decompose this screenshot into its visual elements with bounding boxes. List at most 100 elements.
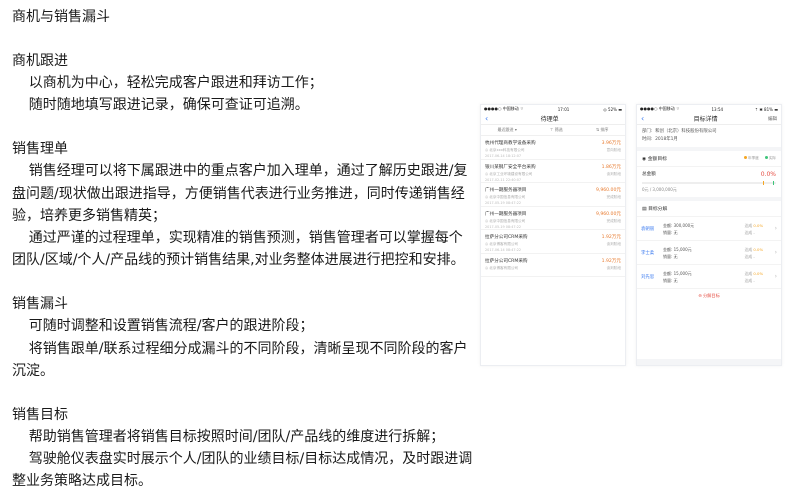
rate-label: 达成 [744, 246, 753, 252]
section-line: 可随时调整和设置销售流程/客户的跟进阶段； [28, 318, 314, 335]
goal-percent: 0.0% [760, 171, 776, 178]
section-sales-funnel: 销售漏斗 可随时调整和设置销售流程/客户的跟进阶段； 将销售跟单/联系过程细分成… [12, 293, 474, 382]
company-name: ◎ 北京中国信息有限公司 [485, 195, 526, 199]
opportunity-amount: 9,960.00元 [595, 211, 621, 217]
clock: 13:54 [711, 106, 724, 112]
timestamp: 2017-02-11 22:40:07 [485, 177, 522, 182]
amount-value: 金额: 15,000元 [663, 246, 692, 252]
opportunity-name: 拉萨分公司CRM采购 [485, 235, 528, 240]
timestamp: 2017-05-19 08:47:22 [485, 201, 522, 205]
amount-value: 金额: 15,000元 [663, 270, 692, 276]
list-item[interactable]: 广州一期服务器项目 9,960.00元 ◎ 北京中国信息有限公司 完成阶段 2017… [481, 183, 625, 207]
list-item[interactable]: 银川某钢厂安全平台采购 1.86万元 ◎ 北京工业环境建设有限公司 谈判阶段 201… [481, 160, 625, 183]
section-line: 销售经理可以将下属跟进中的重点客户加入理单，通过了解历史跟进/复盘问题/现状做出… [12, 163, 468, 224]
period-value: 2018年1月 [655, 137, 678, 142]
timestamp: 2017-05-19 08:47:22 [485, 224, 522, 229]
table-row[interactable]: 袁朝丽 金额: 300,000元 销量: 无 达成 0.0% 达成 - › [637, 217, 781, 241]
sales-value: 销量: 无 [663, 229, 678, 235]
rate-label: 达成 [744, 270, 753, 276]
progress-bar [642, 181, 776, 185]
member-name: 袁朝丽 [641, 226, 655, 232]
amount-goal-header: ◉ 金额目标 年季度 实际 [637, 151, 781, 167]
opportunity-name: 银川某钢厂安全平台采购 [485, 164, 536, 170]
rate-value-2: 达成 - [744, 253, 755, 259]
amount-value: 金额: 300,000元 [663, 222, 695, 228]
list-icon: ▤ [642, 207, 647, 212]
feature-description: 商机与销售漏斗 商机跟进 以商机为中心，轻松完成客户跟进和拜访工作； 随时随地填… [12, 6, 474, 500]
phone-goal-detail: ●●●●○ 中国移动 ⌔ 13:54 ⇡ ✱ 81% ▬ ‹ 目标详情 编辑 部… [636, 104, 782, 366]
sort-button[interactable]: ⇅ 排序 [596, 127, 609, 133]
edit-button[interactable]: 编辑 [767, 116, 777, 122]
chevron-right-icon: › [774, 249, 777, 256]
back-icon[interactable]: ‹ [485, 114, 488, 123]
stage-label: 谈判阶段 [606, 171, 621, 176]
opportunity-amount: 3.96万元 [601, 141, 621, 146]
section-line: 以商机为中心，轻松完成客户跟进和拜访工作； [28, 75, 323, 91]
opportunity-amount: 1.92万元 [601, 235, 621, 240]
decomp-header: ▤ 目标分解 [637, 201, 781, 217]
sort-recent-dropdown[interactable]: 最近跟进 ▾ [498, 127, 517, 133]
carrier-label: ●●●●○ 中国移动 ⌔ [640, 106, 680, 111]
section-heading: 销售理单 [12, 141, 68, 158]
sales-value: 销量: 无 [663, 277, 678, 283]
stage-label: 意向阶段 [606, 148, 621, 152]
phone-pending-orders: ●●●●○ 中国移动 ⌔ 17:01 ◎ 52% ▬ ‹ 待理单 最近跟进 ▾ … [480, 104, 626, 366]
legend-label: 年季度 [748, 156, 759, 160]
stage-label: 完成阶段 [606, 195, 621, 199]
section-line: 驾驶舱仪表盘实时展示个人/团队的业绩目标/目标达成情况，及时跟进调整业务策略达成… [12, 451, 473, 490]
nav-bar: ‹ 待理单 [481, 113, 625, 125]
chevron-right-icon: › [774, 225, 777, 232]
carrier-label: ●●●●○ 中国移动 ⌔ [484, 106, 524, 111]
legend-dot-icon [764, 156, 768, 159]
section-line: 帮助销售管理者将销售目标按照时间/团队/产品线的维度进行拆解； [28, 429, 445, 446]
sales-value: 销量: 无 [663, 253, 678, 259]
filter-button[interactable]: ⊤ 筛选 [550, 127, 563, 133]
company-name: ◎ 北京博客有限公司 [485, 265, 519, 270]
nav-bar: ‹ 目标详情 编辑 [637, 113, 781, 125]
opportunity-amount: 1.92万元 [601, 258, 621, 264]
table-row[interactable]: 刘先思 金额: 15,000元 销量: 无 达成 0.0% 达成 - › [637, 265, 781, 289]
section-sales-goal: 销售目标 帮助销售管理者将销售目标按照时间/团队/产品线的维度进行拆解； 驾驶舱… [12, 404, 474, 493]
info-label: 部门: [642, 129, 653, 134]
list-item[interactable]: 广州一期服务器项目 9,960.00元 ◎ 北京中国信息有限公司 完成阶段 2017… [481, 207, 625, 230]
section-order-review: 销售理单 销售经理可以将下属跟进中的重点客户加入理单，通过了解历史跟进/复盘问题… [12, 138, 474, 271]
opportunity-name: 杭州代理商教学设备采购 [485, 141, 536, 146]
battery-indicator: ⇡ ✱ 81% ▬ [754, 106, 778, 112]
nav-title: 待理单 [540, 116, 559, 123]
company-name: ◎ 北京工业环境建设有限公司 [485, 171, 533, 176]
section-heading: 销售目标 [12, 407, 68, 424]
status-bar: ●●●●○ 中国移动 ⌔ 17:01 ◎ 52% ▬ [481, 105, 625, 113]
section-line: 通过严谨的过程理单，实现精准的销售预测，销售管理者可以掌握每个团队/区域/个人/… [12, 230, 465, 269]
list-item[interactable]: 杭州代理商教学设备采购 3.96万元 ◎ 北京xxx科技有限公司 意向阶段 2017… [481, 136, 625, 160]
timestamp: 2017-06-14 08:47:22 [485, 248, 522, 252]
stage-label: 完成阶段 [606, 218, 621, 223]
section-line: 随时随地填写跟进记录，确保可查证可追溯。 [28, 97, 309, 114]
section-title: 金额目标 [647, 157, 667, 162]
goal-progress: 总金额 0.0% 0元 / 3,000,000元 [637, 167, 781, 201]
stage-label: 谈判阶段 [606, 242, 621, 246]
opportunity-name: 拉萨分公司CRM采购 [485, 258, 528, 264]
money-icon: ◉ [642, 157, 647, 162]
company-name: ◎ 北京中国信息有限公司 [485, 218, 526, 223]
legend-label: 实际 [768, 156, 776, 160]
decompose-goal-button[interactable]: ⊖ 分解目标 [637, 289, 781, 299]
back-icon[interactable]: ‹ [641, 114, 644, 123]
filter-bar: 最近跟进 ▾ ⊤ 筛选 ⇅ 排序 [481, 125, 625, 136]
rate-value: 0.0% [753, 222, 764, 228]
legend: 年季度 实际 [744, 156, 776, 161]
list-item[interactable]: 拉萨分公司CRM采购 1.92万元 ◎ 北京博客有限公司 谈判阶段 [481, 254, 625, 277]
rate-label: 达成 [744, 222, 753, 228]
status-bar: ●●●●○ 中国移动 ⌔ 13:54 ⇡ ✱ 81% ▬ [637, 105, 781, 113]
legend-dot-icon [744, 156, 748, 159]
list-item[interactable]: 拉萨分公司CRM采购 1.92万元 ◎ 北京博客有限公司 谈判阶段 2017-06-… [481, 230, 625, 254]
member-name: 李士柔 [641, 250, 655, 256]
opportunity-amount: 9,960.00元 [595, 188, 621, 193]
table-row[interactable]: 李士柔 金额: 15,000元 销量: 无 达成 0.0% 达成 - › [637, 241, 781, 265]
battery-indicator: ◎ 52% ▬ [603, 106, 622, 112]
opportunity-name: 广州一期服务器项目 [485, 188, 527, 193]
opportunity-name: 广州一期服务器项目 [485, 211, 527, 217]
nav-title: 目标详情 [693, 116, 718, 123]
member-name: 刘先思 [641, 274, 655, 280]
chevron-right-icon: › [774, 273, 777, 280]
department-value: 和创（北京）科技股份有限公司 [655, 129, 717, 134]
